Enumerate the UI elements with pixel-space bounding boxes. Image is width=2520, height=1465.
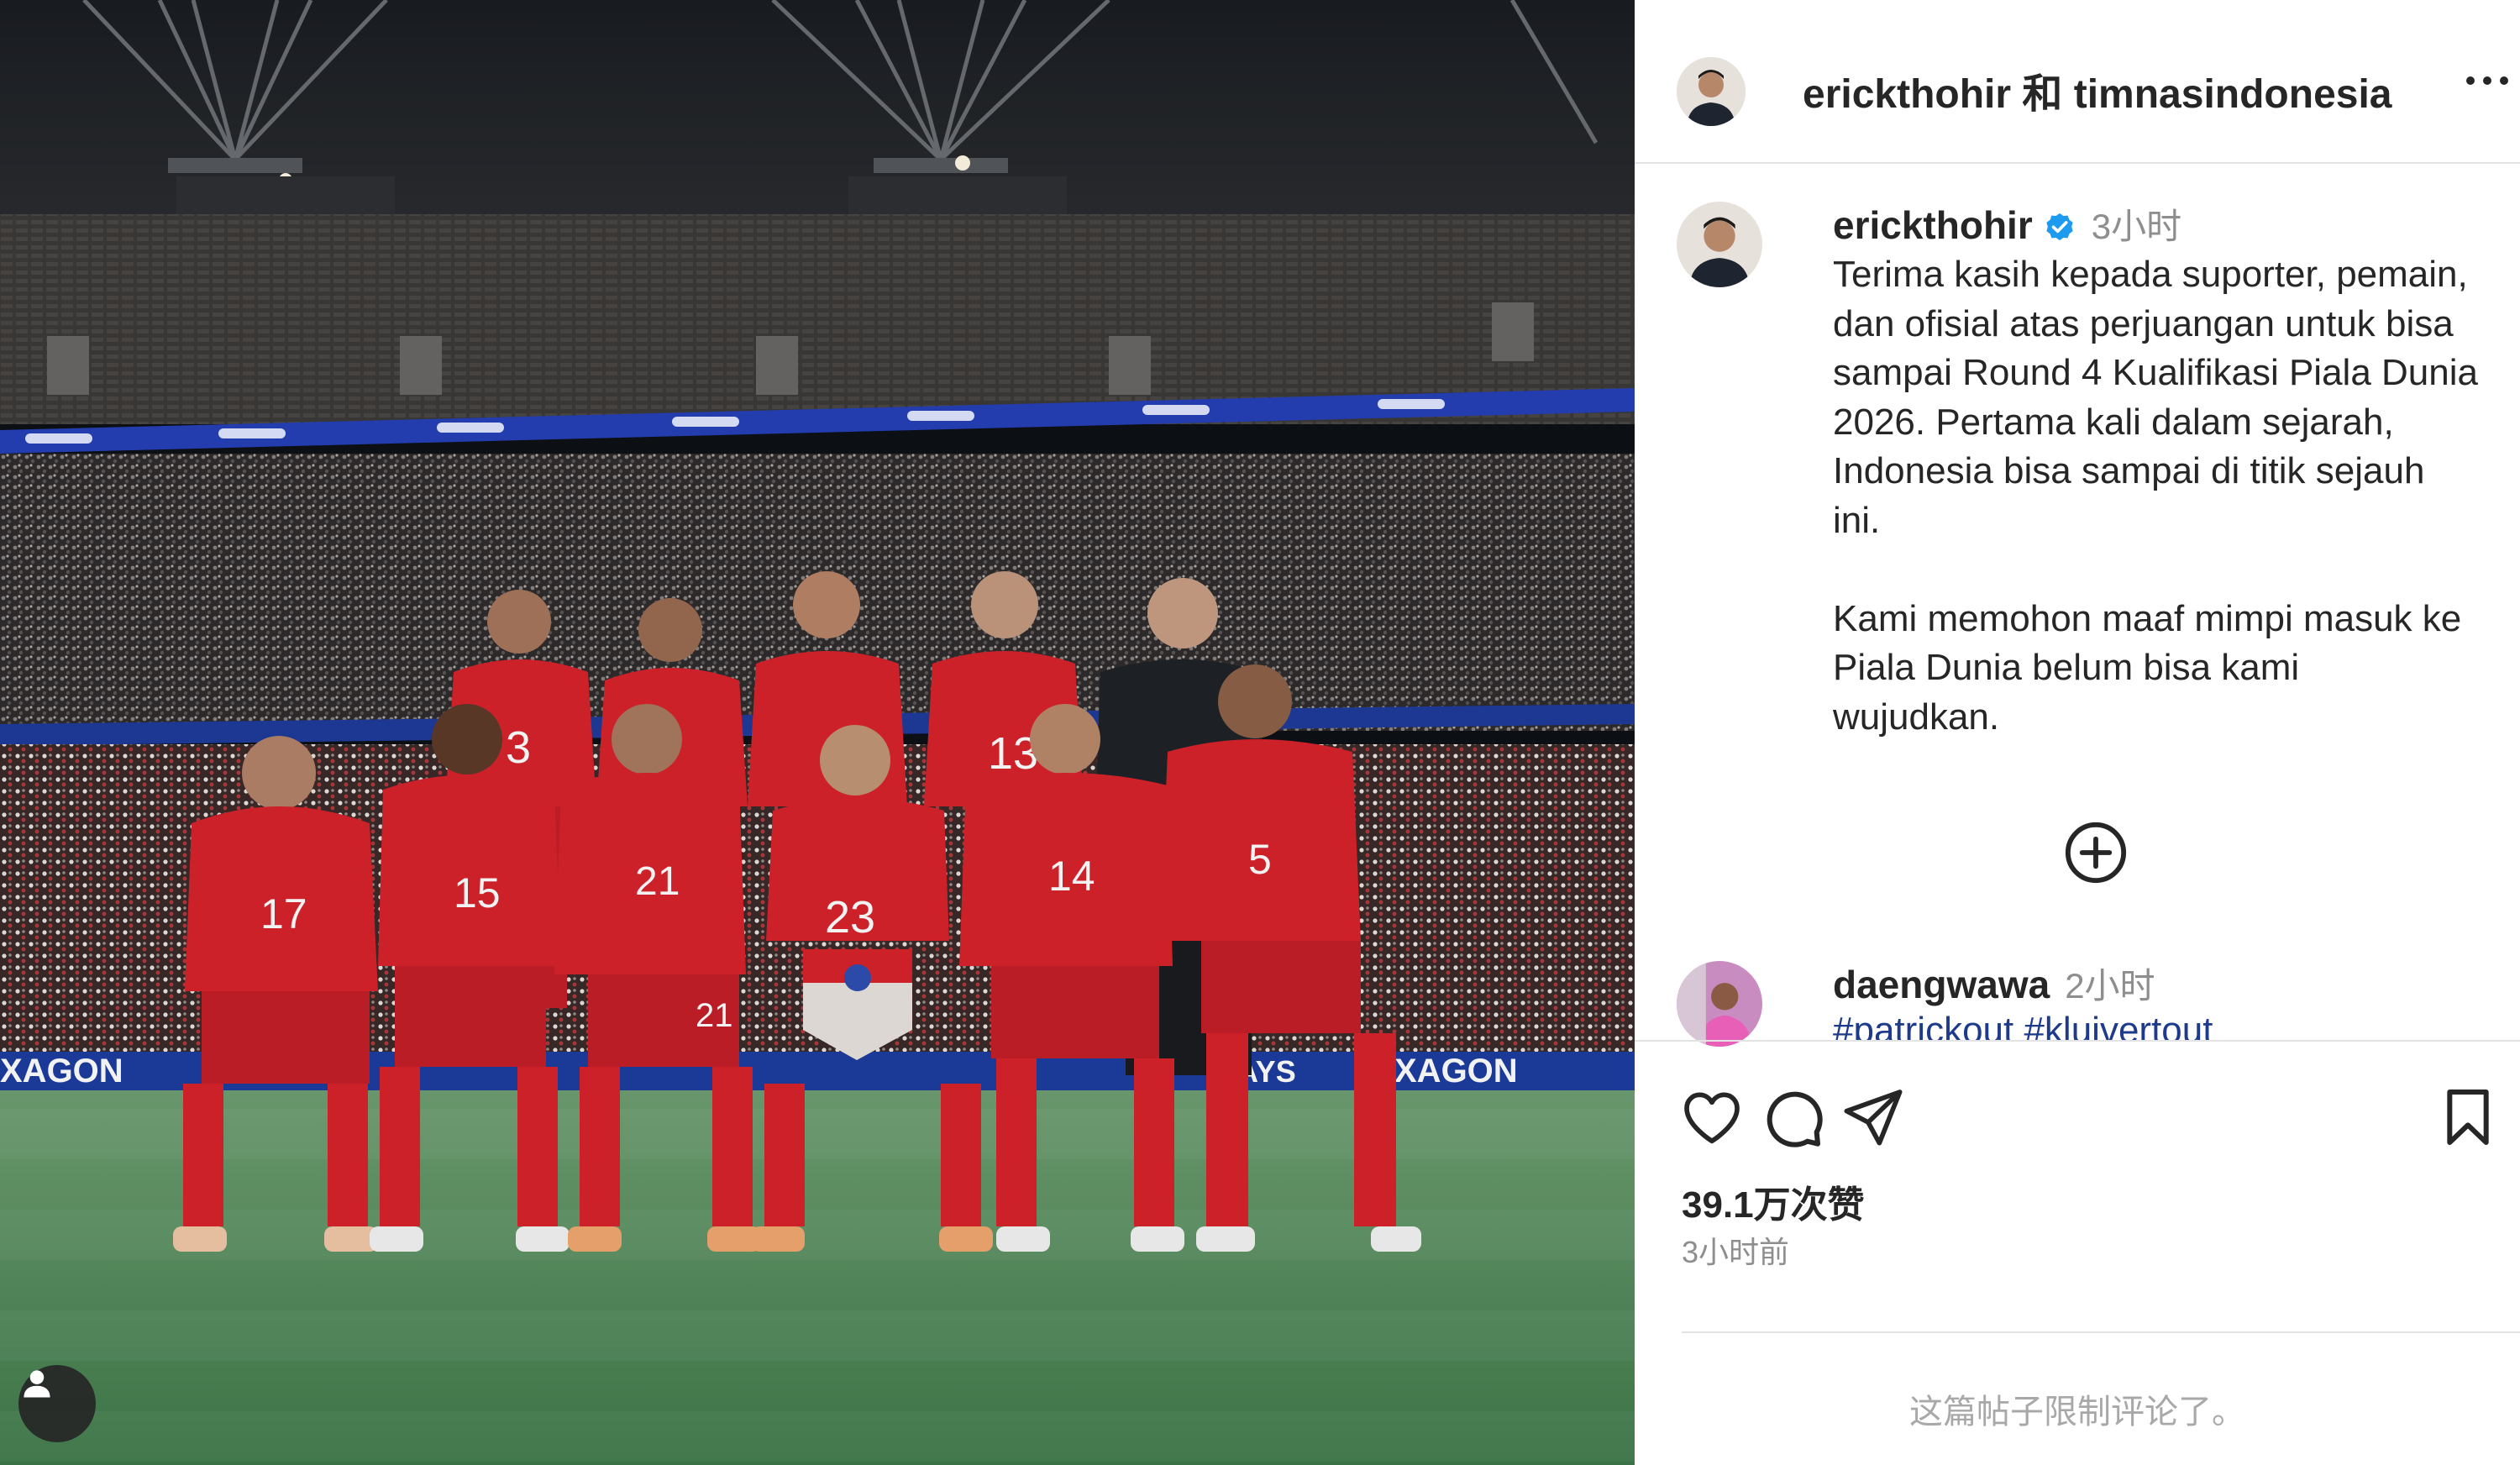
- caption-author-avatar[interactable]: [1677, 202, 1762, 287]
- comment-button[interactable]: [1759, 1084, 1826, 1151]
- caption-author-name[interactable]: erickthohir: [1833, 203, 2033, 247]
- caption-time[interactable]: 3小时: [2092, 207, 2181, 246]
- team-photo-illustration: XAGON XAGON WAYS 13 3: [0, 0, 1635, 1465]
- tagged-users-button[interactable]: [18, 1365, 96, 1442]
- like-button[interactable]: [1678, 1084, 1746, 1151]
- save-button[interactable]: [2434, 1084, 2502, 1151]
- avatar-portrait-icon: [1677, 57, 1746, 126]
- like-count[interactable]: 39.1万次赞: [1682, 1174, 1865, 1228]
- post-side-panel: erickthohir 和 timnasindonesia erickthohi…: [1635, 0, 2520, 1465]
- caption-author-line: erickthohir 3小时: [1833, 202, 2181, 250]
- verified-badge-icon: [2046, 213, 2073, 241]
- comments-limited-notice: 这篇帖子限制评论了。: [1909, 1394, 2245, 1431]
- author-avatar[interactable]: [1677, 57, 1746, 126]
- avatar-portrait-icon: [1677, 961, 1762, 1047]
- avatar-portrait-icon: [1677, 202, 1762, 287]
- share-button[interactable]: [1840, 1084, 1907, 1151]
- reply-comment: daengwawa 2小时 #patrickout #kluivertout: [1677, 961, 2517, 1047]
- more-horizontal-icon: [2466, 76, 2508, 85]
- user-icon: [24, 1370, 50, 1398]
- heart-icon: [1684, 1092, 1740, 1144]
- post-header: erickthohir 和 timnasindonesia: [1635, 0, 2520, 164]
- post-header-title[interactable]: erickthohir 和 timnasindonesia: [1803, 60, 2392, 119]
- caption-comment: erickthohir 3小时 Terima kasih kepada supo…: [1677, 202, 2517, 756]
- more-options-button[interactable]: [2462, 64, 2512, 97]
- load-more-comments-button[interactable]: [2063, 820, 2129, 885]
- reply-author-name[interactable]: daengwawa: [1833, 963, 2050, 1006]
- reply-time[interactable]: 2小时: [2065, 966, 2155, 1006]
- reply-author-avatar[interactable]: [1677, 961, 1762, 1047]
- bookmark-icon: [2447, 1090, 2489, 1145]
- comment-icon: [1767, 1091, 1823, 1147]
- reply-hashtags[interactable]: #patrickout #kluivertout: [1833, 1010, 2213, 1040]
- footer-divider: [1682, 1331, 2520, 1333]
- post-photo[interactable]: XAGON XAGON WAYS 13 3: [0, 0, 1635, 1465]
- post-action-bar: 39.1万次赞 3小时前: [1635, 1040, 2520, 1334]
- post-timestamp[interactable]: 3小时前: [1682, 1228, 1789, 1272]
- send-icon: [1844, 1090, 1903, 1146]
- plus-circle-icon: [2065, 822, 2127, 884]
- reply-author-line: daengwawa 2小时: [1833, 961, 2155, 1010]
- caption-text: Terima kasih kepada suporter, pemain, da…: [1833, 254, 2478, 738]
